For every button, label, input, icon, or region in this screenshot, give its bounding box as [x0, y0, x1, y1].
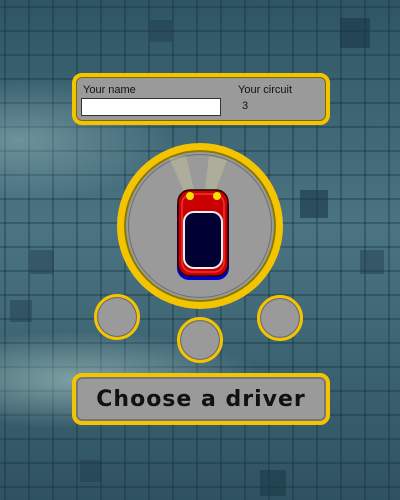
circuit-label: Your circuit [238, 84, 293, 96]
background-tile [300, 190, 328, 218]
choose-driver-label: Choose a driver [96, 386, 306, 412]
circuit-value: 3 [242, 100, 249, 112]
name-label: Your name [83, 84, 136, 96]
background-tile [150, 20, 172, 42]
car-window [183, 211, 223, 269]
player-info-panel: Your name Your circuit 3 [72, 73, 330, 125]
background-tile [10, 300, 32, 322]
background-tile [360, 250, 384, 274]
choose-driver-button[interactable]: Choose a driver [72, 373, 330, 425]
driver-option-2[interactable] [177, 317, 223, 363]
driver-option-3[interactable] [257, 295, 303, 341]
car-display-wheel [117, 143, 283, 309]
background-tile [260, 470, 286, 496]
headlight-right [213, 192, 221, 200]
red-car-icon [169, 156, 229, 280]
headlight-left [186, 192, 194, 200]
background-tile [80, 460, 102, 482]
driver-option-1[interactable] [94, 294, 140, 340]
background-tile [340, 18, 370, 48]
background-tile [30, 250, 54, 274]
name-input[interactable] [81, 98, 221, 116]
